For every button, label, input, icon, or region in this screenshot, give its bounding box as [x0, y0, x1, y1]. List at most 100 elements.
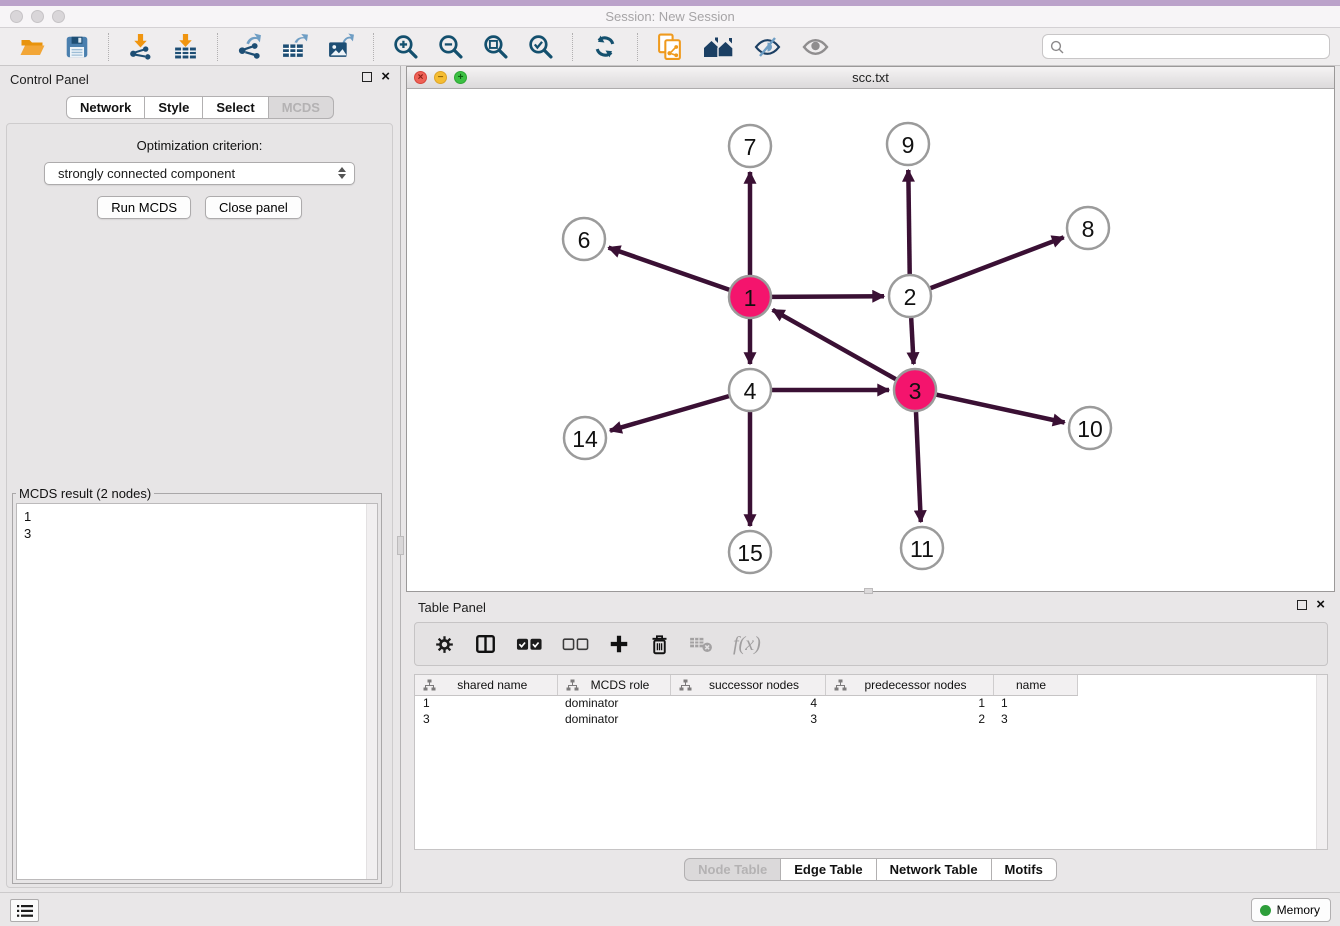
cell-mcds-role[interactable]: dominator: [557, 711, 670, 727]
column-header-name[interactable]: name: [993, 675, 1077, 695]
cell-shared-name[interactable]: 3: [415, 711, 557, 727]
mcds-result-box[interactable]: 1 3: [16, 503, 378, 880]
graph-edge-2-8[interactable]: [931, 237, 1064, 288]
table-panel-title: Table Panel: [418, 600, 486, 615]
graph-edge-1-6[interactable]: [609, 248, 730, 290]
table-panel-float-button[interactable]: [1297, 600, 1307, 610]
column-type-icon: [679, 679, 692, 691]
tab-select[interactable]: Select: [203, 96, 268, 119]
hide-details-button[interactable]: [749, 32, 787, 62]
close-window-button[interactable]: [10, 10, 23, 23]
control-panel-float-button[interactable]: [362, 72, 372, 82]
cell-mcds-role[interactable]: dominator: [557, 695, 670, 711]
table-panel-close-button[interactable]: ×: [1316, 600, 1325, 610]
mcds-result-scrollbar[interactable]: [366, 504, 377, 879]
home-button[interactable]: [698, 32, 739, 62]
graph-node-label-10: 10: [1077, 416, 1103, 442]
deselect-all-button[interactable]: [562, 637, 589, 651]
select-all-button[interactable]: [516, 637, 543, 651]
toolbar-separator: [108, 33, 109, 61]
zoom-selected-button[interactable]: [523, 31, 558, 62]
tab-node-table[interactable]: Node Table: [684, 858, 781, 881]
graph-edge-4-14[interactable]: [610, 396, 729, 431]
column-header-successor-nodes[interactable]: successor nodes: [670, 675, 825, 695]
zoom-in-button[interactable]: [388, 31, 423, 62]
graph-edge-3-10[interactable]: [937, 395, 1065, 423]
task-history-button[interactable]: [10, 899, 39, 922]
import-network-button[interactable]: [123, 31, 158, 62]
clone-network-button[interactable]: [652, 31, 688, 63]
column-header-mcds-role[interactable]: MCDS role: [557, 675, 670, 695]
control-panel-close-button[interactable]: ×: [381, 72, 390, 82]
cell-name[interactable]: 1: [993, 695, 1077, 711]
graph-edge-3-1[interactable]: [773, 310, 896, 379]
tab-network[interactable]: Network: [66, 96, 145, 119]
toolbar-separator: [572, 33, 573, 61]
cell-successor-nodes[interactable]: 3: [670, 711, 825, 727]
refresh-button[interactable]: [587, 31, 623, 62]
import-table-button[interactable]: [168, 31, 203, 62]
add-column-button[interactable]: [608, 633, 630, 655]
open-file-button[interactable]: [15, 32, 50, 62]
tab-edge-table[interactable]: Edge Table: [781, 858, 876, 881]
tab-mcds[interactable]: MCDS: [269, 96, 334, 119]
network-close-button[interactable]: ×: [414, 71, 427, 84]
window-title: Session: New Session: [0, 6, 1340, 27]
table-row[interactable]: 3 dominator 3 2 3: [415, 711, 1077, 727]
network-window-titlebar[interactable]: × − + scc.txt: [407, 67, 1334, 89]
tab-style[interactable]: Style: [145, 96, 203, 119]
export-image-button[interactable]: [323, 31, 359, 62]
search-field[interactable]: [1042, 34, 1330, 59]
cell-name[interactable]: 3: [993, 711, 1077, 727]
export-network-button[interactable]: [232, 31, 267, 62]
table-tabs: Node Table Edge Table Network Table Moti…: [406, 858, 1335, 881]
minimize-window-button[interactable]: [31, 10, 44, 23]
zoom-out-button[interactable]: [433, 31, 468, 62]
graph-edge-3-11[interactable]: [916, 412, 921, 522]
network-canvas[interactable]: 7968124314101511: [407, 89, 1334, 591]
split-panel-button[interactable]: [474, 633, 497, 655]
traffic-lights: [10, 10, 65, 23]
import-table-icon: [172, 33, 199, 60]
export-table-button[interactable]: [277, 31, 313, 62]
checked-checkboxes-icon: [516, 637, 543, 651]
function-builder-button[interactable]: f(x): [733, 633, 761, 656]
titlebar: Session: New Session: [0, 6, 1340, 28]
graph-node-label-3: 3: [909, 378, 922, 404]
memory-button[interactable]: Memory: [1251, 898, 1331, 922]
table-scrollbar[interactable]: [1316, 675, 1327, 849]
search-input[interactable]: [1069, 39, 1322, 54]
column-header-predecessor-nodes[interactable]: predecessor nodes: [825, 675, 993, 695]
mcds-panel-body: Optimization criterion: strongly connect…: [6, 123, 393, 888]
vertical-splitter-handle[interactable]: [397, 536, 404, 555]
toolbar-separator: [217, 33, 218, 61]
graph-edge-2-9[interactable]: [908, 170, 909, 274]
delete-table-icon: [689, 635, 714, 653]
save-session-button[interactable]: [60, 32, 94, 62]
network-minimize-button[interactable]: −: [434, 71, 447, 84]
status-bar: Memory: [0, 892, 1340, 926]
column-header-shared-name[interactable]: shared name: [415, 675, 557, 695]
zoom-fit-button[interactable]: [478, 31, 513, 62]
cell-predecessor-nodes[interactable]: 2: [825, 711, 993, 727]
run-mcds-button[interactable]: Run MCDS: [97, 196, 191, 219]
delete-column-button[interactable]: [649, 633, 670, 656]
zoom-out-icon: [437, 33, 464, 60]
cell-successor-nodes[interactable]: 4: [670, 695, 825, 711]
show-details-button[interactable]: [797, 32, 835, 62]
close-panel-button[interactable]: Close panel: [205, 196, 302, 219]
network-maximize-button[interactable]: +: [454, 71, 467, 84]
maximize-window-button[interactable]: [52, 10, 65, 23]
import-network-icon: [127, 33, 154, 60]
cell-predecessor-nodes[interactable]: 1: [825, 695, 993, 711]
cell-shared-name[interactable]: 1: [415, 695, 557, 711]
tab-network-table[interactable]: Network Table: [877, 858, 992, 881]
tab-motifs[interactable]: Motifs: [992, 858, 1057, 881]
table-row[interactable]: 1 dominator 4 1 1: [415, 695, 1077, 711]
graph-edge-2-3[interactable]: [911, 318, 913, 364]
graph-edge-1-2[interactable]: [772, 296, 884, 297]
delete-table-button[interactable]: [689, 635, 714, 653]
optimization-criterion-select[interactable]: strongly connected component: [44, 162, 355, 185]
graph-node-label-14: 14: [572, 426, 598, 452]
table-settings-button[interactable]: [434, 634, 455, 655]
